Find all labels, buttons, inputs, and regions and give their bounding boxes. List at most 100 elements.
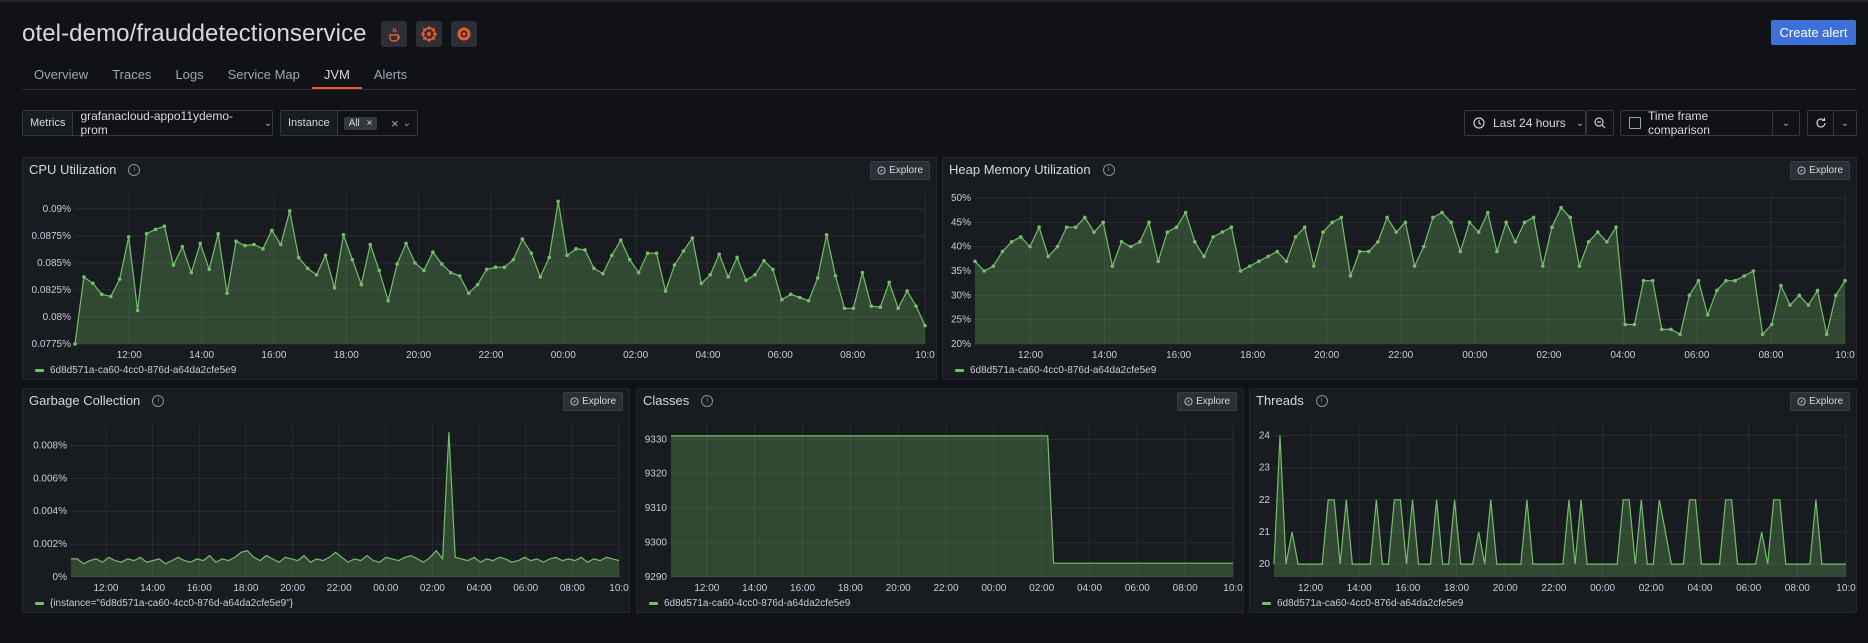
- data-point: [1394, 230, 1399, 234]
- data-point: [1467, 220, 1472, 225]
- series-legend[interactable]: 6d8d571a-ca60-4cc0-876d-a64da2cfe5e9: [649, 598, 850, 609]
- metrics-value: grafanacloud-appo11ydemo-prom: [80, 109, 234, 137]
- refresh-interval-dropdown[interactable]: ⌄: [1833, 110, 1857, 136]
- clear-icon[interactable]: ×: [391, 116, 399, 131]
- x-tick-label: 18:00: [1240, 350, 1265, 361]
- y-tick-label: 35%: [951, 266, 971, 277]
- data-point: [1339, 215, 1344, 220]
- tab-logs[interactable]: Logs: [163, 64, 215, 90]
- x-tick-label: 16:00: [790, 583, 815, 594]
- y-tick-label: 0.002%: [33, 539, 67, 550]
- x-tick-label: 10:0: [609, 583, 629, 594]
- chip-remove-icon[interactable]: ×: [367, 118, 373, 129]
- x-tick-label: 08:00: [1758, 350, 1783, 361]
- x-tick-label: 00:00: [981, 583, 1006, 594]
- data-point: [824, 232, 829, 237]
- garbage-collection-panel: Garbage Collection i Explore 0.008% 0.006%…: [22, 388, 630, 613]
- comparison-dropdown-button[interactable]: ⌄: [1772, 110, 1800, 136]
- explore-button[interactable]: Explore: [1177, 392, 1237, 411]
- x-tick-label: 20:00: [1493, 583, 1518, 594]
- time-range-value: Last 24 hours: [1493, 116, 1566, 130]
- data-point: [296, 255, 301, 260]
- data-point: [225, 291, 229, 295]
- y-tick-label: 20: [1259, 559, 1271, 570]
- explore-button[interactable]: Explore: [563, 392, 623, 411]
- data-point: [368, 242, 373, 247]
- data-point: [1385, 215, 1389, 220]
- data-point: [1495, 249, 1499, 254]
- tab-alerts[interactable]: Alerts: [362, 64, 419, 90]
- info-icon[interactable]: i: [1102, 163, 1115, 176]
- y-tick-label: 45%: [951, 217, 971, 228]
- chevron-down-icon[interactable]: ⌄: [403, 118, 411, 129]
- data-point: [1128, 244, 1133, 249]
- explore-label: Explore: [1809, 165, 1843, 176]
- data-point: [771, 267, 775, 272]
- tab-service-map[interactable]: Service Map: [216, 64, 312, 90]
- panel-title: CPU Utilization: [29, 162, 117, 177]
- panel-title: Classes: [643, 393, 690, 408]
- data-point: [806, 298, 811, 303]
- time-range-picker[interactable]: Last 24 hours ⌄: [1464, 110, 1586, 136]
- data-point: [663, 289, 668, 293]
- explore-button[interactable]: Explore: [1790, 392, 1850, 411]
- series-legend[interactable]: 6d8d571a-ca60-4cc0-876d-a64da2cfe5e9: [955, 365, 1156, 376]
- data-point: [1412, 264, 1417, 268]
- tab-traces[interactable]: Traces: [100, 64, 163, 90]
- instance-chip[interactable]: All ×: [343, 116, 378, 130]
- java-icon[interactable]: [380, 21, 407, 47]
- x-tick-label: 10:0: [1223, 583, 1243, 594]
- x-tick-label: 00:00: [551, 350, 576, 361]
- refresh-button[interactable]: [1807, 110, 1835, 136]
- y-tick-label: 50%: [951, 193, 971, 204]
- info-icon[interactable]: i: [152, 394, 165, 407]
- tab-overview[interactable]: Overview: [22, 64, 100, 90]
- series-legend[interactable]: {instance="6d8d571a-ca60-4cc0-876d-a64da…: [35, 598, 293, 609]
- series-legend[interactable]: 6d8d571a-ca60-4cc0-876d-a64da2cfe5e9: [1262, 598, 1463, 609]
- data-point: [511, 257, 516, 262]
- time-frame-comparison-toggle[interactable]: Time frame comparison: [1620, 109, 1774, 137]
- data-point: [1449, 220, 1454, 225]
- data-point: [180, 244, 185, 249]
- data-point: [1174, 225, 1179, 229]
- y-tick-label: 40%: [951, 242, 971, 253]
- explore-button[interactable]: Explore: [870, 161, 930, 180]
- y-tick-label: 9290: [645, 572, 668, 583]
- data-point: [574, 247, 578, 251]
- data-point: [1797, 293, 1802, 298]
- data-point: [448, 270, 453, 275]
- series-area: [975, 207, 1845, 344]
- data-point: [493, 265, 498, 270]
- instance-picker[interactable]: Instance All × × ⌄: [280, 110, 418, 136]
- data-point: [1687, 293, 1692, 298]
- metrics-datasource-picker[interactable]: Metrics grafanacloud-appo11ydemo-prom ⌄: [22, 109, 273, 137]
- comparison-checkbox[interactable]: [1629, 117, 1641, 129]
- grafana-icon[interactable]: [450, 21, 477, 47]
- x-tick-label: 02:00: [1029, 583, 1054, 594]
- data-point: [1147, 220, 1151, 225]
- x-tick-label: 08:00: [560, 583, 585, 594]
- tab-jvm[interactable]: JVM: [311, 64, 362, 90]
- legend-swatch: [35, 602, 44, 605]
- y-tick-label: 0.006%: [33, 473, 67, 484]
- garbage-collection-chart: 0.008% 0.006% 0.004% 0.002% 0% 12:00 14:00 16:0…: [33, 425, 629, 594]
- metrics-label: Metrics: [23, 111, 74, 135]
- x-tick-label: 14:00: [189, 350, 214, 361]
- zoom-out-button[interactable]: [1586, 110, 1614, 136]
- y-tick-label: 30%: [951, 290, 971, 301]
- data-point: [1733, 278, 1737, 283]
- data-point: [100, 292, 104, 297]
- data-point: [1018, 235, 1023, 239]
- info-icon[interactable]: i: [701, 394, 714, 407]
- create-alert-button[interactable]: Create alert: [1771, 20, 1856, 45]
- data-point: [1669, 327, 1673, 332]
- y-tick-label: 0.085%: [37, 258, 71, 269]
- x-tick-label: 12:00: [1298, 583, 1323, 594]
- data-point: [73, 342, 77, 346]
- series-legend[interactable]: 6d8d571a-ca60-4cc0-876d-a64da2cfe5e9: [35, 365, 236, 376]
- x-tick-label: 14:00: [140, 583, 165, 594]
- info-icon[interactable]: i: [128, 163, 141, 176]
- kubernetes-icon[interactable]: [415, 21, 442, 47]
- info-icon[interactable]: i: [1315, 394, 1328, 407]
- explore-button[interactable]: Explore: [1790, 161, 1850, 180]
